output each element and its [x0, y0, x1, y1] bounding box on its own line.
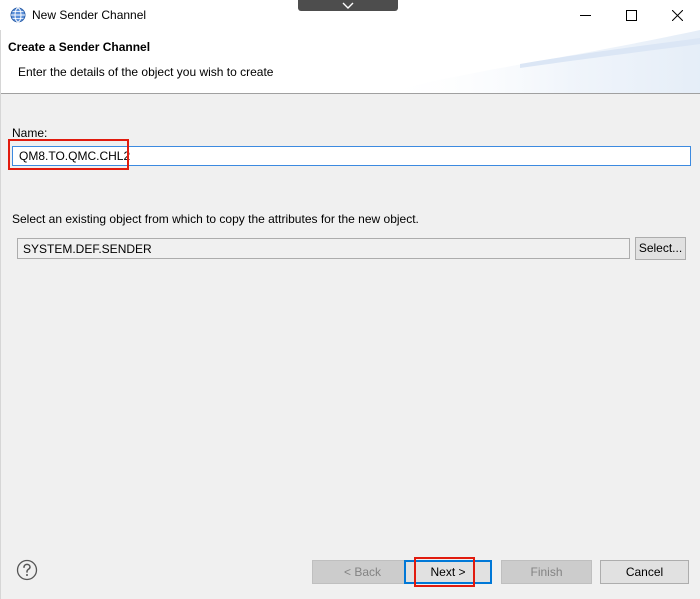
minimize-icon	[580, 15, 591, 16]
next-button[interactable]: Next >	[404, 560, 492, 584]
title-bar: New Sender Channel	[0, 0, 700, 30]
copy-attributes-label: Select an existing object from which to …	[12, 212, 419, 226]
select-button[interactable]: Select...	[635, 237, 686, 260]
window-edge	[0, 30, 1, 599]
copy-object-input[interactable]	[17, 238, 630, 259]
wizard-banner: Create a Sender Channel Enter the detail…	[0, 30, 700, 94]
globe-icon	[10, 7, 26, 23]
back-button[interactable]: < Back	[312, 560, 413, 584]
wizard-footer: < Back Next > Finish Cancel	[0, 545, 700, 599]
wizard-content: Name: Select an existing object from whi…	[0, 95, 700, 545]
top-drop-tab[interactable]	[298, 0, 398, 11]
banner-title: Create a Sender Channel	[8, 40, 151, 54]
minimize-button[interactable]	[562, 0, 608, 30]
maximize-icon	[626, 10, 637, 21]
finish-button[interactable]: Finish	[501, 560, 592, 584]
window-title: New Sender Channel	[32, 8, 147, 22]
chevron-down-icon	[342, 2, 354, 9]
name-label: Name:	[12, 126, 48, 140]
help-icon[interactable]	[16, 559, 38, 581]
dialog-window: New Sender Channel Create a Sender Chann…	[0, 0, 700, 599]
maximize-button[interactable]	[608, 0, 654, 30]
close-icon	[672, 10, 683, 21]
cancel-button[interactable]: Cancel	[600, 560, 689, 584]
close-button[interactable]	[654, 0, 700, 30]
name-input[interactable]	[12, 146, 691, 166]
banner-description: Enter the details of the object you wish…	[18, 65, 274, 79]
